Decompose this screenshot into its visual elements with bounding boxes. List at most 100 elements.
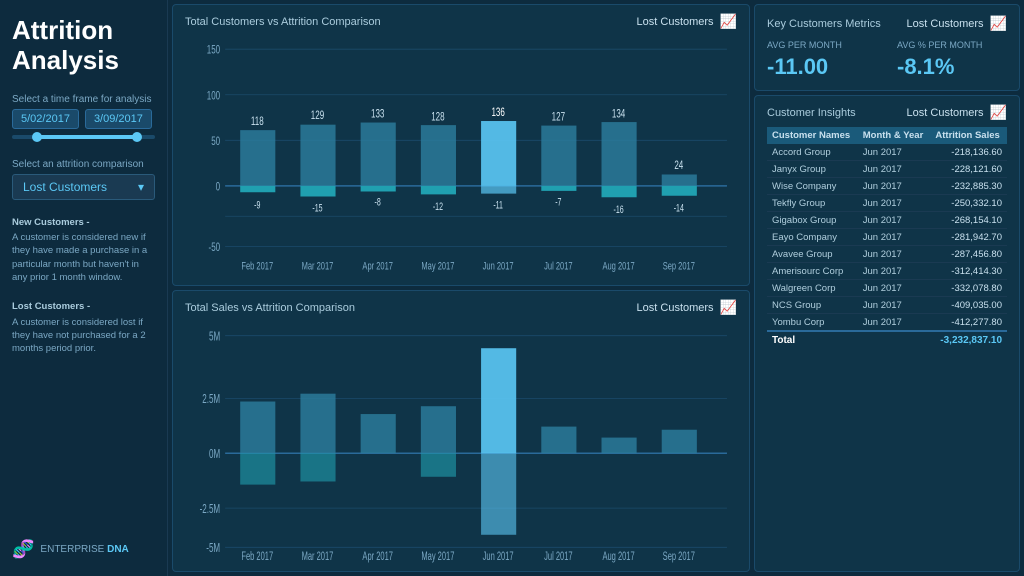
- cell-month-year: Jun 2017: [858, 297, 931, 314]
- svg-text:118: 118: [251, 116, 264, 129]
- svg-text:50: 50: [211, 135, 220, 148]
- svg-text:Aug 2017: Aug 2017: [602, 550, 634, 563]
- cell-attrition-value: -218,136.60: [930, 144, 1007, 161]
- svg-text:-8: -8: [375, 196, 381, 208]
- insights-icon: 📈: [990, 104, 1007, 121]
- new-customers-desc: New Customers - A customer is considered…: [12, 216, 155, 284]
- chart2-area: 5M 2.5M 0M -2.5M -5M: [185, 320, 737, 563]
- cell-attrition-value: -312,414.30: [930, 263, 1007, 280]
- svg-text:134: 134: [612, 108, 626, 121]
- svg-text:Sep 2017: Sep 2017: [663, 550, 695, 563]
- cell-month-year: Jun 2017: [858, 161, 931, 178]
- col-attrition-sales[interactable]: Attrition Sales: [930, 127, 1007, 144]
- customers-chart-panel: Total Customers vs Attrition Comparison …: [172, 4, 750, 286]
- cell-attrition-value: -232,885.30: [930, 178, 1007, 195]
- cell-month-year: Jun 2017: [858, 178, 931, 195]
- footer-label: ENTERPRISE DNA: [40, 544, 128, 555]
- total-label: Total: [767, 331, 930, 349]
- chart1-svg: 150 100 50 0 -50 118 -9 129 -15: [185, 34, 737, 277]
- lost-customers-desc: Lost Customers - A customer is considere…: [12, 300, 155, 355]
- chart1-badge-label: Lost Customers: [637, 16, 714, 28]
- avg-per-month-value: -11.00: [767, 54, 877, 80]
- total-value: -3,232,837.10: [930, 331, 1007, 349]
- svg-text:-16: -16: [613, 204, 623, 216]
- svg-text:Jun 2017: Jun 2017: [483, 260, 514, 273]
- svg-text:129: 129: [311, 110, 325, 123]
- cell-attrition-value: -409,035.00: [930, 297, 1007, 314]
- chart2-svg: 5M 2.5M 0M -2.5M -5M: [185, 320, 737, 563]
- col-month-year[interactable]: Month & Year: [858, 127, 931, 144]
- insights-header: Customer Insights Lost Customers 📈: [767, 104, 1007, 121]
- insights-badge: Lost Customers 📈: [907, 104, 1007, 121]
- table-row: Yombu Corp Jun 2017 -412,277.80: [767, 314, 1007, 332]
- chart1-header: Total Customers vs Attrition Comparison …: [185, 13, 737, 30]
- svg-text:127: 127: [552, 111, 566, 124]
- cell-customer-name: Eayo Company: [767, 229, 858, 246]
- svg-text:0: 0: [216, 181, 221, 194]
- chart2-badge: Lost Customers 📈: [637, 299, 737, 316]
- svg-text:Mar 2017: Mar 2017: [302, 260, 334, 273]
- col-customer-names[interactable]: Customer Names: [767, 127, 858, 144]
- cell-customer-name: Amerisourc Corp: [767, 263, 858, 280]
- table-row: Walgreen Corp Jun 2017 -332,078.80: [767, 280, 1007, 297]
- cell-attrition-value: -228,121.60: [930, 161, 1007, 178]
- avg-pct-value: -8.1%: [897, 54, 1007, 80]
- svg-text:-7: -7: [555, 196, 561, 208]
- cell-customer-name: Avavee Group: [767, 246, 858, 263]
- cell-attrition-value: -268,154.10: [930, 212, 1007, 229]
- svg-text:-12: -12: [433, 201, 443, 213]
- attrition-label: Select an attrition comparison: [12, 159, 155, 170]
- chart2-badge-label: Lost Customers: [637, 302, 714, 314]
- svg-text:Jul 2017: Jul 2017: [544, 260, 572, 273]
- sidebar: AttritionAnalysis Select a time frame fo…: [0, 0, 168, 576]
- app-title: AttritionAnalysis: [12, 16, 155, 76]
- date-slider[interactable]: [12, 135, 155, 139]
- sales-chart-panel: Total Sales vs Attrition Comparison Lost…: [172, 290, 750, 572]
- svg-text:Aug 2017: Aug 2017: [602, 260, 634, 273]
- insights-card: Customer Insights Lost Customers 📈 Custo…: [754, 95, 1020, 572]
- chart1-badge: Lost Customers 📈: [637, 13, 737, 30]
- svg-text:May 2017: May 2017: [421, 550, 454, 563]
- chart1-title: Total Customers vs Attrition Comparison: [185, 16, 381, 28]
- cell-customer-name: NCS Group: [767, 297, 858, 314]
- svg-text:Mar 2017: Mar 2017: [302, 550, 334, 563]
- avg-per-month: AVG PER MONTH -11.00: [767, 40, 877, 80]
- avg-pct: AVG % PER MONTH -8.1%: [897, 40, 1007, 80]
- date-end[interactable]: 3/09/2017: [85, 109, 152, 129]
- cell-customer-name: Walgreen Corp: [767, 280, 858, 297]
- table-row: Amerisourc Corp Jun 2017 -312,414.30: [767, 263, 1007, 280]
- insights-badge-label: Lost Customers: [907, 107, 984, 119]
- cell-customer-name: Gigabox Group: [767, 212, 858, 229]
- dropdown-value: Lost Customers: [23, 180, 107, 194]
- svg-text:Apr 2017: Apr 2017: [362, 550, 393, 563]
- svg-text:Feb 2017: Feb 2017: [241, 260, 273, 273]
- metrics-card: Key Customers Metrics Lost Customers 📈 A…: [754, 4, 1020, 91]
- main-content: Total Customers vs Attrition Comparison …: [168, 0, 754, 576]
- metrics-badge: Lost Customers 📈: [907, 15, 1007, 32]
- cell-customer-name: Wise Company: [767, 178, 858, 195]
- svg-text:136: 136: [491, 107, 505, 120]
- svg-text:2.5M: 2.5M: [202, 392, 220, 406]
- avg-per-month-label: AVG PER MONTH: [767, 40, 877, 50]
- table-row: Tekfly Group Jun 2017 -250,332.10: [767, 195, 1007, 212]
- cell-attrition-value: -412,277.80: [930, 314, 1007, 332]
- cell-month-year: Jun 2017: [858, 229, 931, 246]
- cell-month-year: Jun 2017: [858, 212, 931, 229]
- svg-text:5M: 5M: [209, 330, 220, 344]
- table-row: Wise Company Jun 2017 -232,885.30: [767, 178, 1007, 195]
- svg-text:Feb 2017: Feb 2017: [241, 550, 273, 563]
- chart2-header: Total Sales vs Attrition Comparison Lost…: [185, 299, 737, 316]
- svg-text:128: 128: [431, 111, 445, 124]
- date-start[interactable]: 5/02/2017: [12, 109, 79, 129]
- cell-attrition-value: -281,942.70: [930, 229, 1007, 246]
- chevron-down-icon: ▾: [138, 180, 144, 194]
- attrition-dropdown[interactable]: Lost Customers ▾: [12, 174, 155, 200]
- table-row: Janyx Group Jun 2017 -228,121.60: [767, 161, 1007, 178]
- table-row: Eayo Company Jun 2017 -281,942.70: [767, 229, 1007, 246]
- cell-customer-name: Yombu Corp: [767, 314, 858, 332]
- cell-customer-name: Accord Group: [767, 144, 858, 161]
- svg-text:-11: -11: [493, 199, 503, 211]
- svg-text:133: 133: [371, 108, 385, 121]
- svg-text:-5M: -5M: [206, 541, 220, 555]
- cell-customer-name: Tekfly Group: [767, 195, 858, 212]
